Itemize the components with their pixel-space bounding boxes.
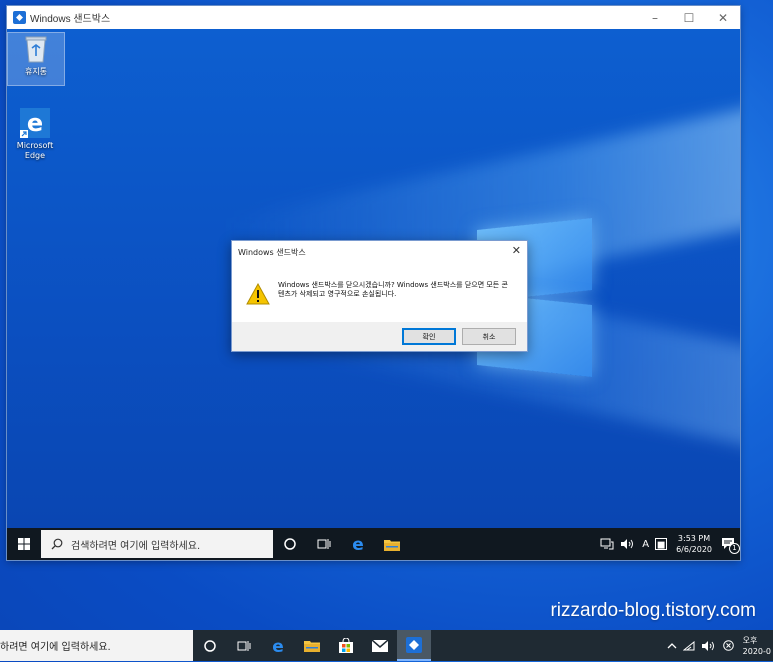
sandbox-window: Windows 샌드박스 – ☐ ✕ 휴지통 e Microsoft Edge … <box>7 6 740 560</box>
notification-center-button[interactable]: 1 <box>718 528 740 560</box>
clock-time: 3:53 PM <box>677 534 711 543</box>
sandbox-icon <box>406 636 422 653</box>
host-mail-button[interactable] <box>363 630 397 661</box>
svg-text:e: e <box>27 109 43 137</box>
cortana-button[interactable] <box>273 528 307 560</box>
svg-text:e: e <box>352 536 364 552</box>
host-clock[interactable]: 오후 2020-0 <box>737 635 773 657</box>
host-sandbox-button[interactable] <box>397 630 431 661</box>
edge-icon: e <box>352 536 364 552</box>
folder-icon <box>304 641 320 652</box>
network-icon[interactable] <box>597 528 617 560</box>
host-clock-line2: 2020-0 <box>742 646 771 656</box>
wifi-icon[interactable] <box>680 630 698 662</box>
cortana-icon <box>284 538 296 550</box>
task-view-icon <box>237 640 251 651</box>
keyboard-icon[interactable]: ■ <box>652 528 670 560</box>
mail-icon <box>372 639 388 652</box>
show-hidden-icons-button[interactable] <box>664 630 680 662</box>
host-system-tray: 오후 2020-0 <box>664 630 773 661</box>
task-view-button[interactable] <box>307 528 341 560</box>
dialog-footer: 확인 취소 <box>232 322 527 351</box>
svg-text:e: e <box>272 638 284 654</box>
desktop-icon-edge[interactable]: e Microsoft Edge <box>7 107 63 161</box>
dialog-title: Windows 샌드박스 <box>238 248 306 257</box>
sandbox-desktop: 휴지통 e Microsoft Edge Windows 샌드박스 ✕ Wind… <box>7 29 740 528</box>
host-volume-icon[interactable] <box>698 630 720 662</box>
watermark-text: rizzardo-blog.tistory.com <box>550 600 756 621</box>
cancel-button[interactable]: 취소 <box>462 328 516 345</box>
system-tray: A ■ 3:53 PM 6/6/2020 1 <box>597 528 740 560</box>
host-task-view-button[interactable] <box>227 630 261 661</box>
host-search-placeholder: 하려면 여기에 입력하세요. <box>0 642 111 653</box>
sandbox-title: Windows 샌드박스 <box>30 14 111 25</box>
chevron-up-icon <box>667 642 677 648</box>
host-clock-line1: 오후 <box>742 635 758 645</box>
recycle-bin-icon <box>20 33 52 65</box>
close-button[interactable]: ✕ <box>706 6 740 29</box>
search-placeholder: 검색하려면 여기에 입력하세요. <box>71 540 201 552</box>
clock-date: 6/6/2020 <box>676 545 712 554</box>
status-x-icon[interactable] <box>720 630 737 662</box>
desktop-icon-recycle-bin[interactable]: 휴지통 <box>7 32 65 86</box>
maximize-button[interactable]: ☐ <box>672 6 706 29</box>
ok-button[interactable]: 확인 <box>402 328 456 345</box>
dialog-close-button[interactable]: ✕ <box>512 244 521 257</box>
sandbox-app-icon <box>13 11 26 24</box>
host-file-explorer-button[interactable] <box>295 630 329 661</box>
ime-indicator[interactable]: A <box>639 528 652 560</box>
host-cortana-button[interactable] <box>193 630 227 661</box>
start-button[interactable] <box>7 528 41 560</box>
windows-logo-icon <box>18 538 30 550</box>
host-store-button[interactable] <box>329 630 363 661</box>
volume-icon[interactable] <box>617 528 639 560</box>
sandbox-taskbar: 검색하려면 여기에 입력하세요. e A ■ 3:53 PM 6/6/2020 … <box>7 528 740 560</box>
svg-text:■: ■ <box>657 541 666 551</box>
host-taskbar: 하려면 여기에 입력하세요. e 오후 2020-0 <box>0 630 773 661</box>
edge-icon: e <box>19 107 51 139</box>
taskbar-search-box[interactable]: 검색하려면 여기에 입력하세요. <box>41 530 273 558</box>
search-icon <box>51 535 63 554</box>
cortana-icon <box>204 639 216 652</box>
edge-icon: e <box>272 638 284 654</box>
taskbar-clock[interactable]: 3:53 PM 6/6/2020 <box>670 533 718 555</box>
close-sandbox-dialog: Windows 샌드박스 ✕ Windows 샌드박스를 닫으시겠습니까? Wi… <box>231 240 528 352</box>
folder-icon <box>384 539 400 551</box>
minimize-button[interactable]: – <box>638 6 672 29</box>
store-icon <box>339 638 353 653</box>
warning-icon <box>246 282 270 309</box>
task-view-icon <box>317 539 331 549</box>
notification-count-badge: 1 <box>729 543 740 554</box>
edge-label: Microsoft Edge <box>16 141 54 160</box>
taskbar-file-explorer-button[interactable] <box>375 528 409 560</box>
host-search-box[interactable]: 하려면 여기에 입력하세요. <box>0 630 193 661</box>
dialog-message: Windows 샌드박스를 닫으시겠습니까? Windows 샌드박스를 닫으면… <box>278 281 508 298</box>
sandbox-titlebar[interactable]: Windows 샌드박스 – ☐ ✕ <box>7 6 740 29</box>
recycle-bin-label: 휴지통 <box>24 67 48 76</box>
taskbar-edge-button[interactable]: e <box>341 528 375 560</box>
host-edge-button[interactable]: e <box>261 630 295 661</box>
